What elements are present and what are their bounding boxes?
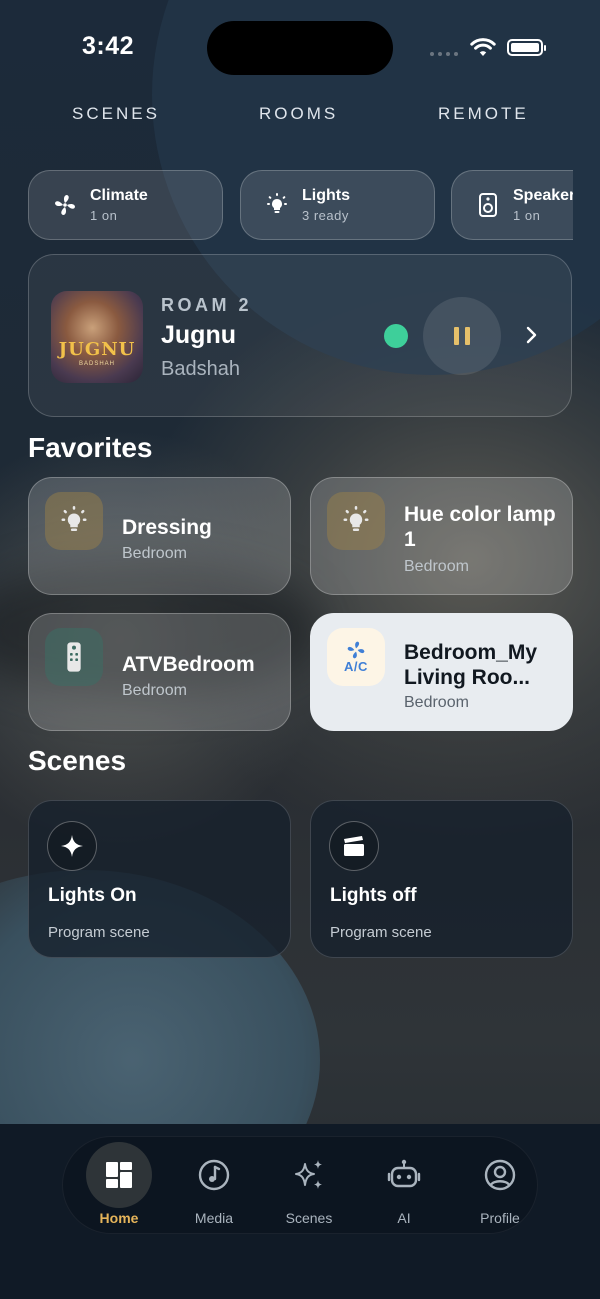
- fan-icon: [55, 195, 75, 215]
- clapperboard-icon: [329, 821, 379, 871]
- sparkles-icon: [295, 1160, 322, 1189]
- chip-label: Speakers: [513, 187, 573, 204]
- scene-name: Lights On: [48, 885, 137, 906]
- scene-sub: Program scene: [48, 924, 150, 941]
- album-art: JUGNU BADSHAH: [51, 291, 143, 383]
- wifi-icon: [470, 38, 496, 56]
- ac-icon: A/C: [327, 628, 385, 686]
- chip-lights[interactable]: Lights 3 ready: [240, 170, 435, 240]
- lightbulb-icon: [267, 193, 287, 213]
- top-nav-scenes[interactable]: SCENES: [72, 104, 160, 124]
- chip-sub: 1 on: [90, 208, 118, 223]
- tab-label: Scenes: [285, 1210, 333, 1226]
- top-nav: SCENES ROOMS REMOTE: [0, 104, 600, 128]
- battery-icon: [507, 39, 546, 56]
- tab-ai[interactable]: AI: [359, 1140, 449, 1226]
- pause-icon: [454, 327, 459, 345]
- favorite-hue-lamp[interactable]: Hue color lamp 1 Bedroom: [310, 477, 573, 595]
- chip-label: Lights: [302, 187, 350, 204]
- favorites-heading: Favorites: [28, 432, 153, 463]
- top-nav-remote[interactable]: REMOTE: [438, 104, 529, 124]
- favorite-room: Bedroom: [404, 558, 469, 575]
- profile-icon: [484, 1159, 516, 1191]
- favorite-name: Bedroom_My Living Roo...: [404, 641, 538, 689]
- favorite-name: ATVBedroom: [122, 653, 255, 676]
- scene-name: Lights off: [330, 885, 417, 906]
- favorite-room: Bedroom: [122, 682, 187, 699]
- dynamic-island: [207, 21, 393, 75]
- lightbulb-icon: [327, 492, 385, 550]
- favorite-name: Dressing: [122, 516, 212, 539]
- category-chips: Climate 1 on Lights 3 ready Speaker 1 on: [0, 160, 573, 250]
- ac-label: A/C: [344, 659, 368, 674]
- song-title: Jugnu: [161, 321, 236, 349]
- scene-sub: Program scene: [330, 924, 432, 941]
- speaker-icon: [479, 193, 497, 217]
- remote-icon: [45, 628, 103, 686]
- robot-icon: [387, 1159, 421, 1188]
- tab-home[interactable]: Home: [74, 1140, 164, 1226]
- status-bar: 3:42: [0, 0, 600, 100]
- chip-speakers[interactable]: Speakers 1 on: [451, 170, 573, 240]
- album-art-title: JUGNU: [58, 339, 136, 360]
- now-playing-card[interactable]: JUGNU BADSHAH ROAM 2 Jugnu Badshah: [28, 254, 572, 417]
- chevron-right-icon[interactable]: [525, 325, 539, 345]
- tab-label: Home: [99, 1210, 139, 1226]
- favorite-room: Bedroom: [404, 694, 469, 711]
- status-time: 3:42: [82, 32, 135, 60]
- tab-profile[interactable]: Profile: [455, 1140, 545, 1226]
- lightbulb-icon: [45, 492, 103, 550]
- home-grid-icon: [86, 1142, 152, 1208]
- player-room: ROAM 2: [161, 295, 253, 315]
- favorite-bedroom-ac[interactable]: A/C Bedroom_My Living Roo... Bedroom: [310, 613, 573, 731]
- scene-lights-off[interactable]: Lights off Program scene: [310, 800, 573, 958]
- chip-label: Climate: [90, 187, 148, 204]
- top-nav-rooms[interactable]: ROOMS: [259, 104, 338, 124]
- favorite-atvbedroom[interactable]: ATVBedroom Bedroom: [28, 613, 291, 731]
- pause-button[interactable]: [423, 297, 501, 375]
- chip-sub: 1 on: [513, 208, 541, 223]
- favorite-room: Bedroom: [122, 545, 187, 562]
- favorite-name: Hue color lamp 1: [404, 503, 556, 551]
- song-artist: Badshah: [161, 358, 240, 380]
- music-note-icon: [198, 1159, 230, 1191]
- scene-lights-on[interactable]: Lights On Program scene: [28, 800, 291, 958]
- tab-label: Media: [194, 1210, 234, 1226]
- favorite-dressing[interactable]: Dressing Bedroom: [28, 477, 291, 595]
- sparkle-icon: [47, 821, 97, 871]
- scenes-heading: Scenes: [28, 745, 127, 776]
- chip-climate[interactable]: Climate 1 on: [28, 170, 223, 240]
- tab-media[interactable]: Media: [169, 1140, 259, 1226]
- signal-icon: [430, 52, 458, 56]
- online-status-dot: [384, 324, 408, 348]
- album-art-sub: BADSHAH: [78, 361, 115, 367]
- tab-label: Profile: [480, 1210, 520, 1226]
- chip-sub: 3 ready: [302, 208, 349, 223]
- tab-scenes[interactable]: Scenes: [264, 1140, 354, 1226]
- tab-label: AI: [397, 1210, 411, 1226]
